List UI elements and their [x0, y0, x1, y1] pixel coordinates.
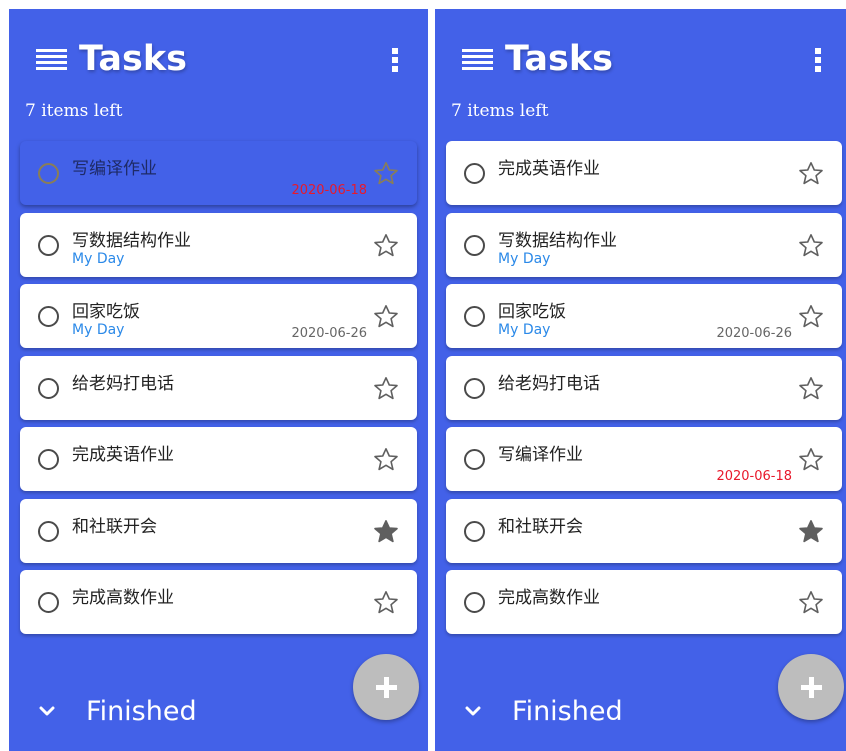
task-item[interactable]: 回家吃饭 My Day 2020-06-26: [446, 284, 842, 348]
star-outline-icon[interactable]: [798, 447, 824, 473]
complete-checkbox-circle-outline-icon[interactable]: [464, 592, 485, 613]
complete-checkbox-circle-outline-icon[interactable]: [464, 520, 485, 542]
chevron-down-icon: [465, 706, 481, 716]
complete-checkbox-circle-outline-icon[interactable]: [464, 306, 485, 327]
task-item[interactable]: 完成英语作业: [20, 427, 417, 491]
task-due-date: 2020-06-26: [716, 326, 792, 341]
star-outline-icon[interactable]: [373, 590, 399, 616]
task-due-date: 2020-06-26: [291, 326, 367, 341]
complete-checkbox-circle-outline-icon[interactable]: [464, 163, 485, 184]
task-item[interactable]: 和社联开会: [20, 498, 417, 563]
complete-checkbox-circle-outline-icon[interactable]: [464, 449, 485, 470]
task-list: 写编译作业 2020-06-18 写数据结构作业 My Day 回家吃饭 My Day 20…: [20, 141, 417, 642]
task-title: 写编译作业: [72, 159, 157, 179]
task-item[interactable]: 完成高数作业: [20, 570, 417, 634]
add-task-button[interactable]: [353, 654, 419, 720]
task-title: 完成英语作业: [72, 445, 174, 465]
task-title: 回家吃饭: [498, 302, 566, 322]
task-item[interactable]: 写编译作业 2020-06-18: [20, 141, 417, 205]
star-filled-icon[interactable]: [373, 519, 399, 545]
star-outline-icon[interactable]: [798, 304, 824, 330]
complete-checkbox-circle-outline-icon[interactable]: [464, 234, 485, 256]
task-item[interactable]: 给老妈打电话: [446, 355, 842, 420]
task-title: 完成高数作业: [72, 588, 174, 608]
more-vertical-icon[interactable]: [392, 48, 398, 72]
task-title: 回家吃饭: [72, 302, 140, 322]
star-outline-icon[interactable]: [373, 447, 399, 473]
task-list-tag: My Day: [72, 322, 125, 338]
complete-checkbox-circle-outline-icon[interactable]: [38, 520, 59, 542]
app-title: Tasks: [79, 39, 187, 79]
plus-icon: [376, 677, 397, 698]
task-title: 完成英语作业: [498, 159, 600, 179]
task-due-date: 2020-06-18: [291, 183, 367, 198]
task-item[interactable]: 回家吃饭 My Day 2020-06-26: [20, 284, 417, 348]
task-list-tag: My Day: [72, 250, 125, 267]
complete-checkbox-circle-outline-icon[interactable]: [464, 377, 485, 399]
menu-icon[interactable]: [462, 49, 493, 70]
task-title: 写编译作业: [498, 445, 583, 465]
star-outline-icon[interactable]: [373, 376, 399, 402]
task-title: 和社联开会: [72, 516, 157, 537]
star-outline-icon[interactable]: [798, 590, 824, 616]
task-title: 给老妈打电话: [72, 373, 174, 394]
complete-checkbox-circle-outline-icon[interactable]: [38, 449, 59, 470]
app-title: Tasks: [505, 39, 613, 79]
star-outline-icon[interactable]: [798, 376, 824, 402]
add-task-button[interactable]: [778, 654, 844, 720]
task-item[interactable]: 给老妈打电话: [20, 355, 417, 420]
plus-icon: [801, 677, 822, 698]
task-due-date: 2020-06-18: [716, 469, 792, 484]
complete-checkbox-circle-outline-icon[interactable]: [38, 306, 59, 327]
items-left-count: 7 items left: [451, 101, 549, 121]
task-item[interactable]: 完成英语作业: [446, 141, 842, 205]
complete-checkbox-circle-outline-icon[interactable]: [38, 234, 59, 256]
complete-checkbox-circle-outline-icon[interactable]: [38, 163, 59, 184]
task-title: 完成高数作业: [498, 588, 600, 608]
task-item[interactable]: 写数据结构作业 My Day: [20, 212, 417, 277]
star-outline-icon[interactable]: [373, 233, 399, 259]
menu-icon[interactable]: [36, 49, 67, 70]
task-item[interactable]: 写编译作业 2020-06-18: [446, 427, 842, 491]
task-item[interactable]: 和社联开会: [446, 498, 842, 563]
complete-checkbox-circle-outline-icon[interactable]: [38, 592, 59, 613]
task-title: 给老妈打电话: [498, 373, 600, 394]
screenshot-stage: Tasks 7 items left 写编译作业 2020-06-18 写数据结构作…: [0, 0, 846, 751]
tasks-panel-left: Tasks 7 items left 写编译作业 2020-06-18 写数据结构作…: [9, 9, 428, 751]
task-item[interactable]: 完成高数作业: [446, 570, 842, 634]
star-filled-icon[interactable]: [798, 519, 824, 545]
task-title: 和社联开会: [498, 516, 583, 537]
star-outline-icon[interactable]: [373, 304, 399, 330]
more-vertical-icon[interactable]: [815, 48, 821, 72]
finished-label: Finished: [512, 696, 623, 727]
task-list: 完成英语作业 写数据结构作业 My Day 回家吃饭 My Day 2020-06-26 给…: [446, 141, 842, 642]
star-outline-icon[interactable]: [798, 161, 824, 187]
complete-checkbox-circle-outline-icon[interactable]: [38, 377, 59, 399]
task-list-tag: My Day: [498, 322, 551, 338]
star-outline-icon[interactable]: [798, 233, 824, 259]
items-left-count: 7 items left: [25, 101, 123, 121]
chevron-down-icon: [39, 706, 55, 716]
finished-label: Finished: [86, 696, 197, 727]
tasks-panel-right: Tasks 7 items left 完成英语作业 写数据结构作业 My Day 回家…: [435, 9, 846, 751]
task-item[interactable]: 写数据结构作业 My Day: [446, 212, 842, 277]
task-title: 写数据结构作业: [72, 230, 191, 251]
task-list-tag: My Day: [498, 250, 551, 267]
task-title: 写数据结构作业: [498, 230, 617, 251]
star-outline-icon[interactable]: [373, 161, 399, 187]
